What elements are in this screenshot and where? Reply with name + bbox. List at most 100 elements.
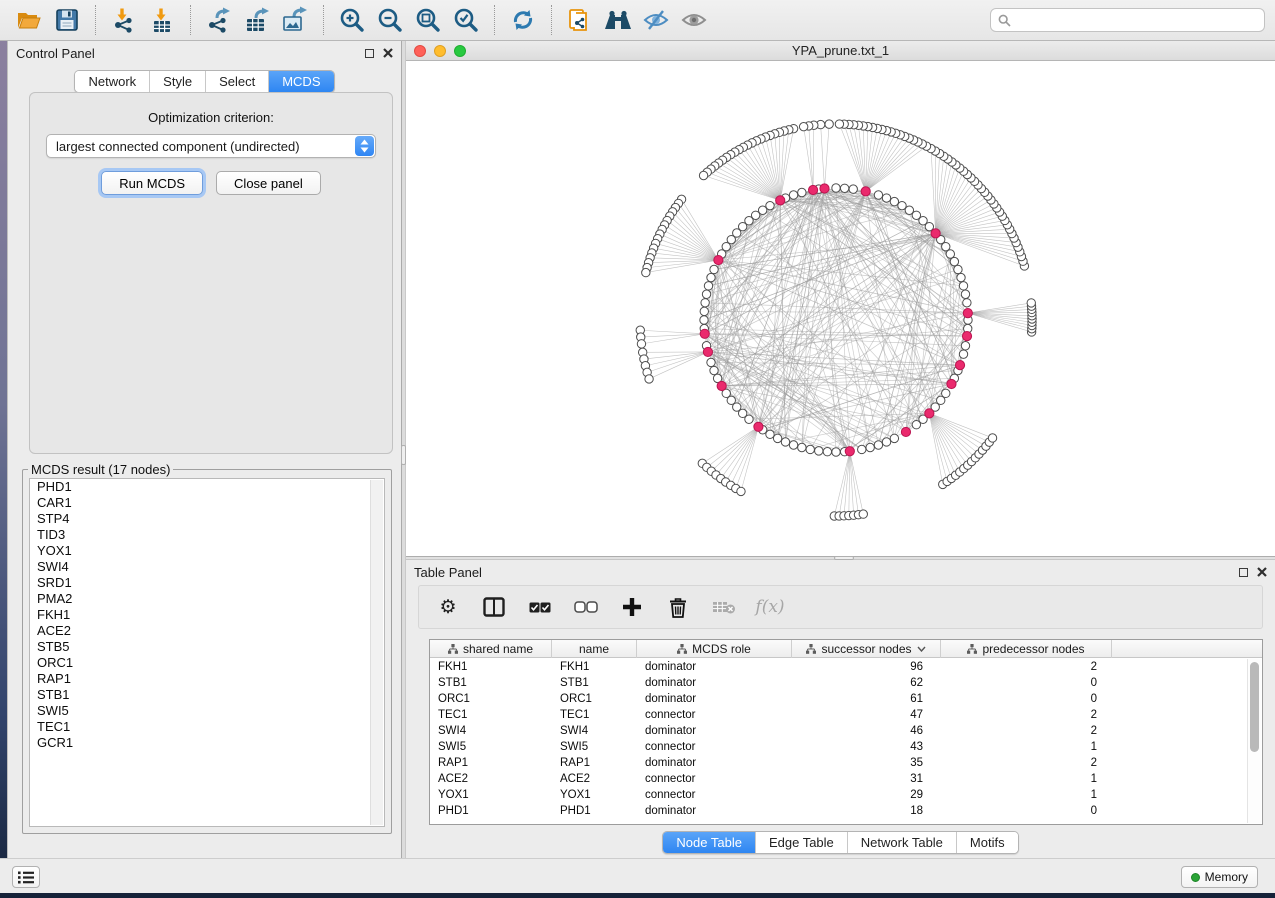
table-row[interactable]: FKH1FKH1dominator962 xyxy=(430,659,1246,675)
network-node[interactable] xyxy=(957,273,965,281)
network-node[interactable] xyxy=(890,197,898,205)
mcds-node-item[interactable]: SWI5 xyxy=(30,703,384,719)
mcds-hub-node[interactable] xyxy=(962,331,971,340)
task-history-button[interactable] xyxy=(12,866,40,888)
float-panel-icon[interactable] xyxy=(1239,568,1248,577)
network-node[interactable] xyxy=(874,441,882,449)
mcds-node-item[interactable]: SWI4 xyxy=(30,559,384,575)
mcds-node-item[interactable]: SRD1 xyxy=(30,575,384,591)
memory-button[interactable]: Memory xyxy=(1181,866,1258,888)
network-graph[interactable] xyxy=(406,61,1275,553)
network-node[interactable] xyxy=(710,265,718,273)
network-node[interactable] xyxy=(710,366,718,374)
zoom-fit-button[interactable] xyxy=(411,4,445,36)
network-node[interactable] xyxy=(789,441,797,449)
zoom-in-button[interactable] xyxy=(335,4,369,36)
network-node[interactable] xyxy=(806,445,814,453)
mcds-hub-node[interactable] xyxy=(808,185,817,194)
zoom-selected-button[interactable] xyxy=(449,4,483,36)
search-network-button[interactable] xyxy=(601,4,635,36)
table-tab-network-table[interactable]: Network Table xyxy=(847,832,956,853)
close-panel-icon[interactable] xyxy=(383,48,393,58)
network-node[interactable] xyxy=(773,434,781,442)
import-network-button[interactable] xyxy=(107,4,141,36)
network-node[interactable] xyxy=(874,191,882,199)
mcds-hub-node[interactable] xyxy=(754,422,763,431)
mcds-node-item[interactable]: STP4 xyxy=(30,511,384,527)
table-row[interactable]: STB1STB1dominator620 xyxy=(430,675,1246,691)
mcds-scrollbar[interactable] xyxy=(370,480,383,825)
delete-column-button[interactable] xyxy=(665,594,691,620)
network-node[interactable] xyxy=(737,487,745,495)
network-node[interactable] xyxy=(704,282,712,290)
network-node[interactable] xyxy=(700,316,708,324)
table-settings-button[interactable]: ⚙ xyxy=(435,594,461,620)
scrollbar-thumb[interactable] xyxy=(1250,662,1259,752)
table-row[interactable]: SWI4SWI4dominator462 xyxy=(430,723,1246,739)
network-node[interactable] xyxy=(700,307,708,315)
export-table-button[interactable] xyxy=(240,4,274,36)
network-node[interactable] xyxy=(882,438,890,446)
network-node[interactable] xyxy=(859,510,867,518)
mcds-hub-node[interactable] xyxy=(820,184,829,193)
zoom-out-button[interactable] xyxy=(373,4,407,36)
mcds-hub-node[interactable] xyxy=(717,381,726,390)
network-node[interactable] xyxy=(707,273,715,281)
network-node[interactable] xyxy=(699,171,707,179)
show-panels-button[interactable] xyxy=(677,4,711,36)
import-table-button[interactable] xyxy=(145,4,179,36)
network-node[interactable] xyxy=(840,184,848,192)
column-header-successor-nodes[interactable]: successor nodes xyxy=(792,640,941,658)
network-node[interactable] xyxy=(961,342,969,350)
mcds-node-item[interactable]: TID3 xyxy=(30,527,384,543)
tab-network[interactable]: Network xyxy=(75,71,149,92)
table-tab-edge-table[interactable]: Edge Table xyxy=(755,832,847,853)
network-node[interactable] xyxy=(832,184,840,192)
column-header-shared-name[interactable]: shared name xyxy=(430,640,552,658)
network-node[interactable] xyxy=(789,191,797,199)
network-node[interactable] xyxy=(707,358,715,366)
network-node[interactable] xyxy=(642,268,650,276)
table-tab-motifs[interactable]: Motifs xyxy=(956,832,1018,853)
table-row[interactable]: ORC1ORC1dominator610 xyxy=(430,691,1246,707)
close-panel-button[interactable]: Close panel xyxy=(216,171,321,195)
network-canvas[interactable] xyxy=(406,61,1275,556)
mcds-hub-node[interactable] xyxy=(776,196,785,205)
network-node[interactable] xyxy=(832,448,840,456)
mcds-node-item[interactable]: ORC1 xyxy=(30,655,384,671)
run-mcds-button[interactable]: Run MCDS xyxy=(101,171,203,195)
network-node[interactable] xyxy=(890,434,898,442)
mcds-node-item[interactable]: PHD1 xyxy=(30,479,384,495)
mcds-hub-node[interactable] xyxy=(931,229,940,238)
float-panel-icon[interactable] xyxy=(365,49,374,58)
mcds-hub-node[interactable] xyxy=(955,361,964,370)
network-node[interactable] xyxy=(882,194,890,202)
network-node[interactable] xyxy=(959,282,967,290)
network-node[interactable] xyxy=(701,299,709,307)
network-node[interactable] xyxy=(849,185,857,193)
mcds-hub-node[interactable] xyxy=(714,255,723,264)
share-document-button[interactable] xyxy=(563,4,597,36)
mcds-node-item[interactable]: YOX1 xyxy=(30,543,384,559)
network-node[interactable] xyxy=(702,290,710,298)
open-folder-button[interactable] xyxy=(12,4,46,36)
export-network-button[interactable] xyxy=(202,4,236,36)
network-node[interactable] xyxy=(799,122,807,130)
mcds-result-list[interactable]: PHD1CAR1STP4TID3YOX1SWI4SRD1PMA2FKH1ACE2… xyxy=(29,478,385,827)
mcds-hub-node[interactable] xyxy=(925,409,934,418)
create-column-button[interactable] xyxy=(619,594,645,620)
mcds-hub-node[interactable] xyxy=(963,308,972,317)
mcds-node-item[interactable]: FKH1 xyxy=(30,607,384,623)
network-node[interactable] xyxy=(961,290,969,298)
mcds-node-item[interactable]: ACE2 xyxy=(30,623,384,639)
tab-mcds[interactable]: MCDS xyxy=(268,71,333,92)
network-node[interactable] xyxy=(898,201,906,209)
show-columns-button[interactable] xyxy=(481,594,507,620)
mcds-node-item[interactable]: RAP1 xyxy=(30,671,384,687)
mcds-node-item[interactable]: TEC1 xyxy=(30,719,384,735)
hide-panels-button[interactable] xyxy=(639,4,673,36)
network-node[interactable] xyxy=(798,188,806,196)
network-node[interactable] xyxy=(950,257,958,265)
refresh-network-button[interactable] xyxy=(506,4,540,36)
tab-select[interactable]: Select xyxy=(205,71,268,92)
